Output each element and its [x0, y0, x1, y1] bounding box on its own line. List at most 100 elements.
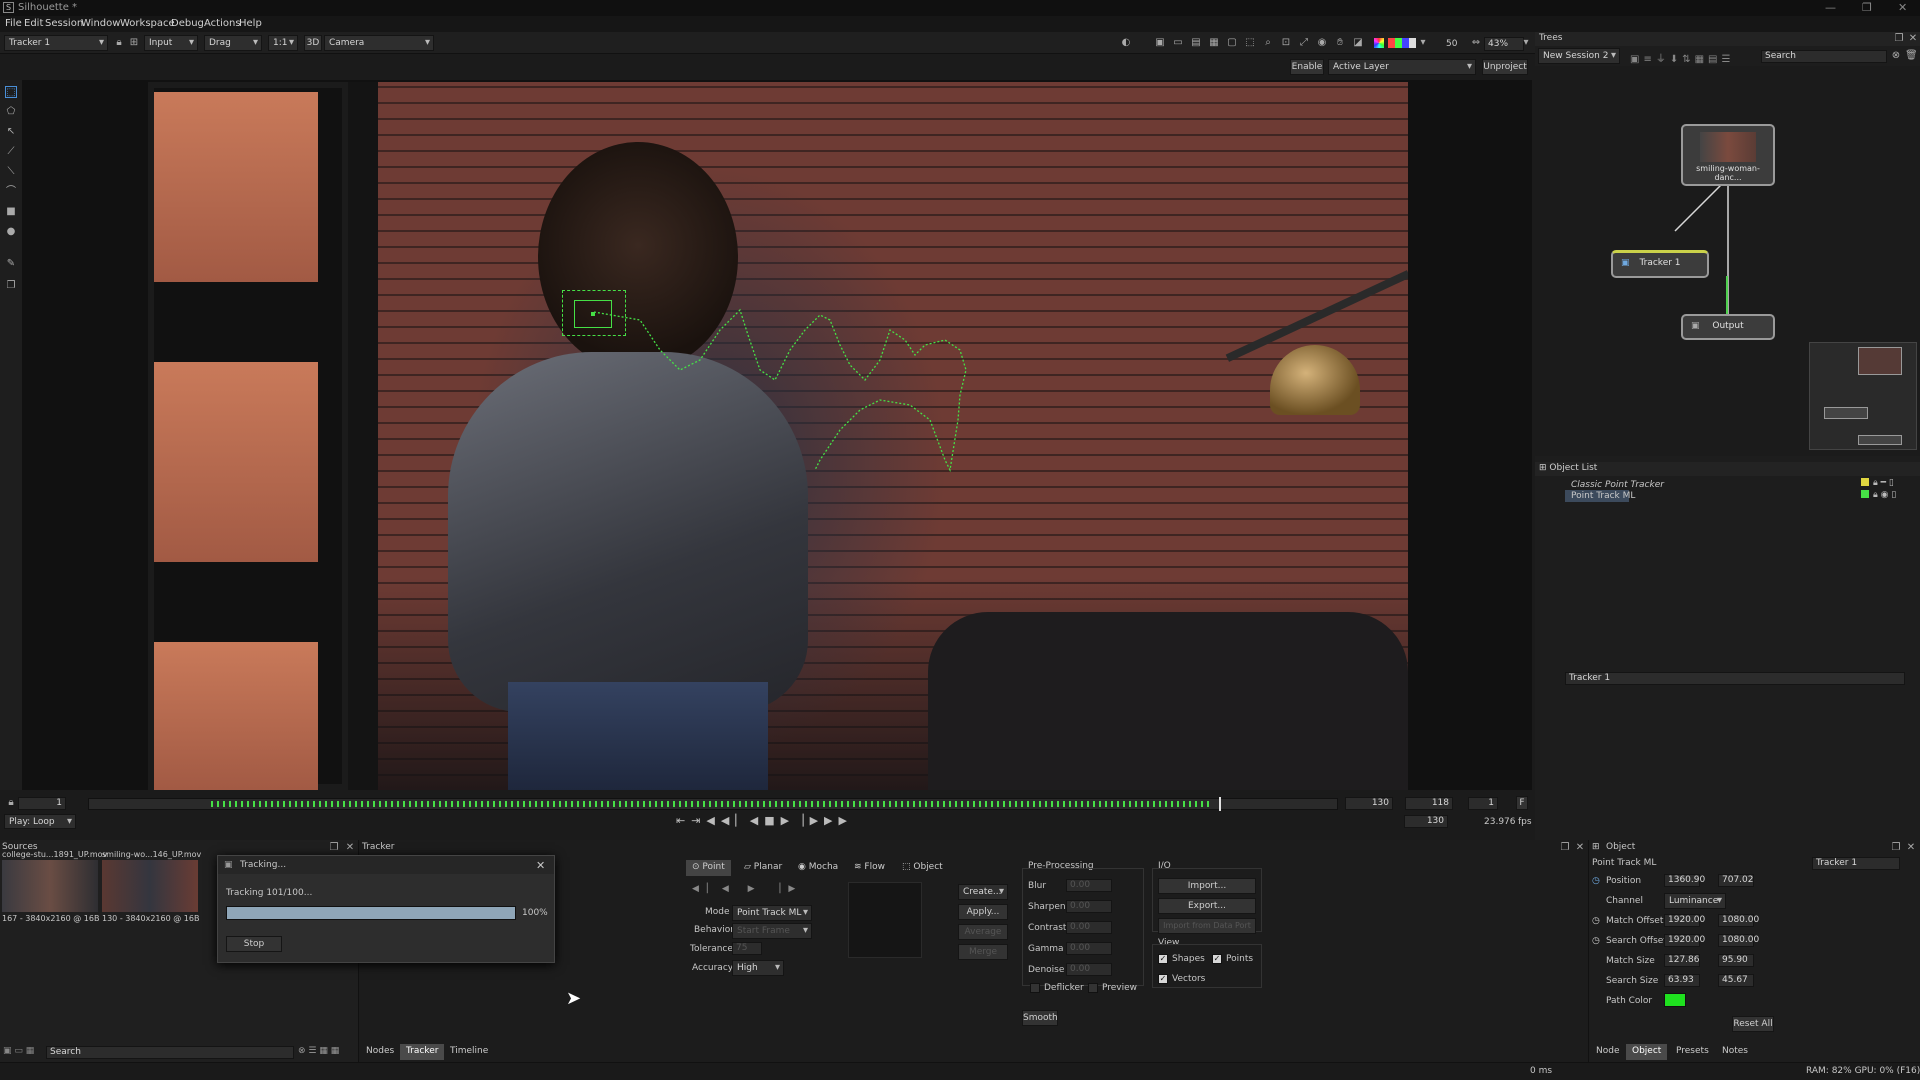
- search-offset-keyframe-icon[interactable]: ◷: [1592, 936, 1600, 946]
- channel-select[interactable]: Luminance: [1664, 893, 1726, 909]
- search-size-x-field[interactable]: 63.93: [1664, 974, 1700, 987]
- points-checkbox[interactable]: ✓: [1212, 954, 1222, 964]
- frame-scrubber[interactable]: [88, 797, 1338, 811]
- float-icon[interactable]: ❐: [1890, 842, 1902, 854]
- object-tracker-field[interactable]: Tracker 1: [1812, 857, 1900, 870]
- end-frame-field[interactable]: 130: [1345, 797, 1393, 810]
- stop-button[interactable]: Stop: [226, 936, 282, 952]
- trees-search-input[interactable]: Search: [1761, 50, 1887, 63]
- shapes-checkbox[interactable]: ✓: [1158, 954, 1168, 964]
- tab-nodes[interactable]: Nodes: [360, 1044, 400, 1060]
- object-item-point-track-ml[interactable]: Point Track ML: [1571, 491, 1635, 501]
- position-x-field[interactable]: 1360.90: [1664, 874, 1705, 887]
- tab-tracker[interactable]: Tracker: [400, 1044, 445, 1060]
- transport-controls[interactable]: ⇤⇥◀◀▏◀■▶▕▶▶▶: [676, 814, 853, 827]
- track-direction-icons[interactable]: ◀▏◀ ▶ ▕▶: [692, 884, 803, 894]
- play-mode-select[interactable]: Play: Loop: [4, 814, 76, 829]
- match-size-x-field[interactable]: 127.86: [1664, 954, 1700, 967]
- maximize-icon[interactable]: ❐: [1862, 1, 1872, 14]
- float-icon[interactable]: ❐: [1559, 842, 1571, 854]
- sharpen-field[interactable]: 0.00: [1066, 900, 1112, 913]
- clear-search-icon[interactable]: ⊗: [1890, 50, 1902, 62]
- lock-icon[interactable]: 🔒︎: [5, 797, 17, 809]
- match-offset-keyframe-icon[interactable]: ◷: [1592, 916, 1600, 926]
- dialog-close-icon[interactable]: ✕: [536, 859, 545, 872]
- source-thumb-college[interactable]: [2, 860, 98, 912]
- tab-mocha[interactable]: ◉ Mocha: [792, 860, 844, 876]
- session-select[interactable]: New Session 2: [1538, 48, 1620, 64]
- f-toggle[interactable]: F: [1516, 796, 1528, 810]
- node-navigator[interactable]: [1809, 342, 1917, 450]
- preview-checkbox[interactable]: [1088, 983, 1098, 993]
- apply-button[interactable]: Apply...: [958, 904, 1008, 920]
- object-list-icon: ⊞: [1539, 463, 1550, 473]
- end-frame-field-b[interactable]: 130: [1404, 815, 1448, 828]
- denoise-field[interactable]: 0.00: [1066, 963, 1112, 976]
- float-icon[interactable]: ❐: [1893, 33, 1905, 45]
- object-item-classic[interactable]: Classic Point Tracker: [1571, 480, 1664, 490]
- tab-object[interactable]: ⬚ Object: [896, 860, 949, 876]
- current-frame-field[interactable]: 118: [1405, 797, 1453, 810]
- source-thumb-smiling[interactable]: [102, 860, 198, 912]
- tolerance-field[interactable]: 75: [732, 942, 762, 955]
- close-panel-icon[interactable]: ✕: [1574, 842, 1586, 854]
- tracker-node[interactable]: ▣ Tracker 1: [1611, 250, 1709, 278]
- object-node-field[interactable]: Tracker 1: [1565, 672, 1905, 685]
- tree-tool-icons[interactable]: ▣≡⏚⬇⇅▦▤☰: [1630, 50, 1734, 65]
- path-color-swatch[interactable]: [1664, 993, 1686, 1007]
- tab-presets[interactable]: Presets: [1670, 1044, 1715, 1060]
- deflicker-checkbox[interactable]: [1030, 983, 1040, 993]
- close-panel-icon[interactable]: ✕: [1905, 842, 1917, 854]
- match-offset-y-field[interactable]: 1080.00: [1718, 914, 1759, 927]
- reset-all-button[interactable]: Reset All: [1732, 1016, 1774, 1032]
- position-y-field[interactable]: 707.02: [1718, 874, 1754, 887]
- mode-select[interactable]: Point Track ML: [732, 905, 812, 921]
- node-graph[interactable]: smiling-woman-danc... ▣ Tracker 1 ▣ Outp…: [1535, 66, 1920, 456]
- minimize-icon[interactable]: —: [1825, 1, 1836, 14]
- import-button[interactable]: Import...: [1158, 878, 1256, 894]
- tab-flow[interactable]: ≋ Flow: [848, 860, 891, 876]
- tab-notes[interactable]: Notes: [1716, 1044, 1754, 1060]
- search-offset-y-field[interactable]: 1080.00: [1718, 934, 1759, 947]
- object-flags-icons[interactable]: 🔒︎ ━ ▯: [1873, 478, 1894, 488]
- tab-node[interactable]: Node: [1590, 1044, 1626, 1060]
- step-field[interactable]: 1: [1468, 797, 1498, 810]
- trash-icon[interactable]: 🗑︎: [1905, 50, 1918, 62]
- view-mode-icons[interactable]: ⊗ ☰ ▦ ▦: [298, 1046, 339, 1056]
- match-size-y-field[interactable]: 95.90: [1718, 954, 1754, 967]
- average-button[interactable]: Average: [958, 924, 1008, 940]
- search-offset-x-field[interactable]: 1920.00: [1664, 934, 1705, 947]
- accuracy-select[interactable]: High: [732, 960, 784, 976]
- close-window-icon[interactable]: ✕: [1898, 1, 1907, 14]
- object-color-swatch[interactable]: [1861, 478, 1869, 486]
- close-panel-icon[interactable]: ✕: [1907, 33, 1919, 45]
- vectors-checkbox[interactable]: ✓: [1158, 974, 1168, 984]
- track-point[interactable]: [591, 312, 595, 316]
- match-offset-x-field[interactable]: 1920.00: [1664, 914, 1705, 927]
- object-flags-icons[interactable]: 🔒︎ ◉ ▯: [1873, 490, 1896, 500]
- merge-button[interactable]: Merge: [958, 944, 1008, 960]
- object-color-swatch[interactable]: [1861, 490, 1869, 498]
- tab-object-panel[interactable]: Object: [1626, 1044, 1668, 1060]
- start-frame-field[interactable]: 1: [18, 797, 66, 810]
- contrast-field[interactable]: 0.00: [1066, 921, 1112, 934]
- source-node[interactable]: smiling-woman-danc...: [1681, 124, 1775, 186]
- float-icon[interactable]: ❐: [328, 842, 340, 854]
- position-keyframe-icon[interactable]: ◷: [1592, 876, 1600, 886]
- tab-planar[interactable]: ▱ Planar: [738, 860, 788, 876]
- playhead[interactable]: [1219, 797, 1221, 811]
- behavior-select[interactable]: Start Frame: [732, 923, 812, 939]
- blur-field[interactable]: 0.00: [1066, 879, 1112, 892]
- import-data-port-button[interactable]: Import from Data Port: [1158, 918, 1256, 934]
- search-size-y-field[interactable]: 45.67: [1718, 974, 1754, 987]
- smooth-button[interactable]: Smooth: [1022, 1010, 1058, 1026]
- create-dropdown[interactable]: Create...: [958, 884, 1008, 900]
- export-button[interactable]: Export...: [1158, 898, 1256, 914]
- close-panel-icon[interactable]: ✕: [344, 842, 356, 854]
- sources-search-input[interactable]: Search: [46, 1046, 294, 1059]
- gamma-field[interactable]: 0.00: [1066, 942, 1112, 955]
- tab-timeline[interactable]: Timeline: [444, 1044, 494, 1060]
- output-node[interactable]: ▣ Output: [1681, 314, 1775, 340]
- tab-point[interactable]: ⊙ Point: [686, 860, 731, 876]
- sources-tool-icons[interactable]: ▣ ▭ ▦: [3, 1046, 34, 1056]
